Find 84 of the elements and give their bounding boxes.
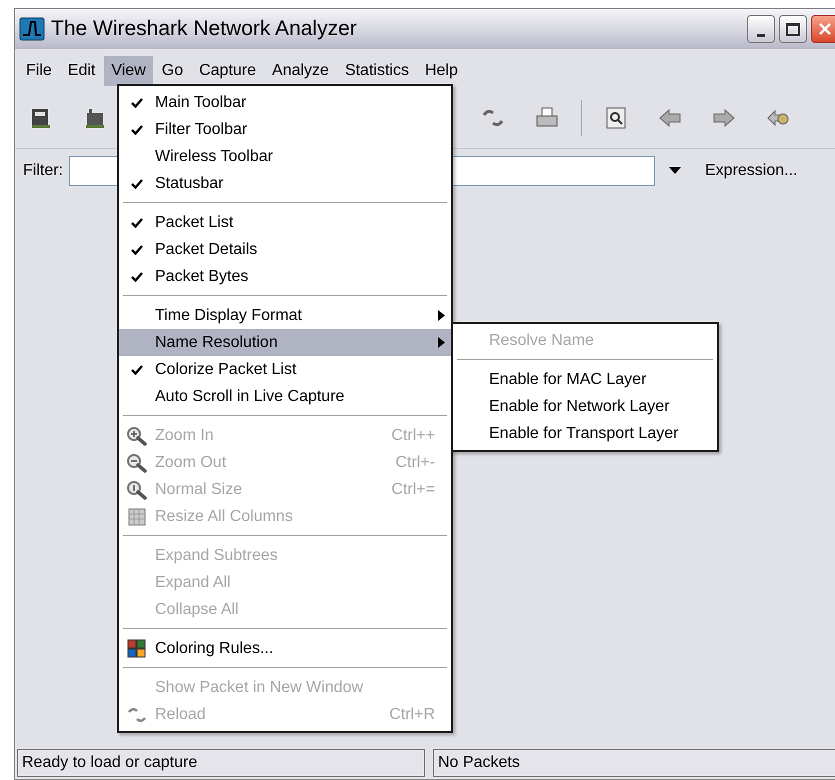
menu-item-label: Normal Size	[155, 480, 244, 500]
filter-label: Filter:	[23, 161, 63, 181]
shortcut-label: Ctrl+-	[395, 452, 436, 472]
menu-item-label: Enable for Transport Layer	[489, 424, 680, 444]
magnifier-icon	[126, 480, 148, 500]
menu-item[interactable]: Statusbar	[119, 170, 451, 197]
menu-bar-item[interactable]: Capture	[192, 56, 264, 86]
menu-item[interactable]: Enable for Network Layer	[453, 393, 717, 420]
menu-item[interactable]: Main Toolbar	[119, 89, 451, 116]
shortcut-label: Ctrl+R	[389, 704, 436, 724]
menu-item[interactable]: Time Display Format	[119, 302, 451, 329]
menu-item-label: Expand All	[155, 572, 232, 592]
menu-item[interactable]: Wireless Toolbar	[119, 143, 451, 170]
menu-item-label: Reload	[155, 704, 207, 724]
grid-icon	[128, 508, 146, 526]
menu-item-label: Show Packet in New Window	[155, 678, 364, 698]
reload-icon	[482, 108, 504, 128]
right-arrow-icon	[713, 108, 735, 126]
minimize-button[interactable]	[747, 15, 775, 43]
menu-item-label: Packet List	[155, 212, 234, 232]
menu-item-label: Enable for Network Layer	[489, 396, 671, 416]
close-button[interactable]	[811, 15, 835, 43]
left-arrow-icon	[659, 108, 681, 126]
close-icon	[818, 22, 832, 36]
menu-item-label: Packet Details	[155, 240, 258, 260]
search-icon	[605, 106, 627, 130]
menu-bar-item[interactable]: Help	[418, 56, 465, 86]
check-icon	[131, 244, 143, 256]
shortcut-label: Ctrl+=	[391, 480, 436, 500]
check-icon	[131, 96, 143, 108]
menu-bar-item[interactable]: View	[104, 56, 153, 86]
menu-bar-item[interactable]: Analyze	[265, 56, 336, 86]
check-icon	[131, 178, 143, 190]
menu-item-label: Main Toolbar	[155, 92, 248, 112]
submenu-arrow-icon	[438, 310, 445, 321]
expression-button[interactable]: Expression...	[699, 156, 804, 186]
menu-item[interactable]: Packet List	[119, 209, 451, 236]
menu-item-label: Expand Subtrees	[155, 546, 279, 566]
submenu-arrow-icon	[438, 337, 445, 348]
check-icon	[131, 216, 143, 228]
menu-item[interactable]: Auto Scroll in Live Capture	[119, 383, 451, 410]
maximize-button[interactable]	[779, 15, 807, 43]
menu-item-label: Enable for MAC Layer	[489, 370, 648, 390]
status-text: No Packets	[433, 749, 835, 777]
menu-item[interactable]: Packet Bytes	[119, 263, 451, 290]
menu-item[interactable]: Packet Details	[119, 236, 451, 263]
menu-item-label: Zoom In	[155, 426, 215, 446]
menu-item[interactable]: Filter Toolbar	[119, 116, 451, 143]
menu-bar-item[interactable]: Edit	[60, 56, 102, 86]
menu-item-label: Time Display Format	[155, 306, 303, 326]
menu-item-label: Filter Toolbar	[155, 120, 248, 140]
menu-item-label: Zoom Out	[155, 452, 228, 472]
menu-item-label: Packet Bytes	[155, 266, 250, 286]
menu-item-label: Coloring Rules...	[155, 638, 274, 658]
zoom-out-icon	[126, 452, 148, 472]
menu-item-label: Colorize Packet List	[155, 360, 298, 380]
menu-item[interactable]: Colorize Packet List	[119, 356, 451, 383]
menu-bar-item[interactable]: File	[19, 56, 59, 86]
printer-icon	[535, 106, 559, 130]
menu-item-label: Auto Scroll in Live Capture	[155, 386, 346, 406]
menu-item[interactable]: Name Resolution	[119, 329, 451, 356]
menu-item-label: Wireless Toolbar	[155, 146, 274, 166]
reload-icon	[127, 706, 147, 724]
dropdown-arrow-icon[interactable]	[669, 167, 681, 175]
check-icon	[131, 124, 143, 136]
shortcut-label: Ctrl++	[391, 426, 436, 446]
menu-item-label: Resolve Name	[489, 330, 595, 350]
menu-item[interactable]: Coloring Rules...	[119, 635, 451, 662]
window-title: The Wireshark Network Analyzer	[51, 16, 358, 42]
app-logo-icon	[19, 17, 45, 41]
menu-item[interactable]: Enable for Transport Layer	[453, 420, 717, 447]
menu-bar-item[interactable]: Go	[154, 56, 190, 86]
menu-item-label: Collapse All	[155, 600, 240, 620]
menu-item-label: Resize All Columns	[155, 506, 294, 526]
menu-item-label: Name Resolution	[155, 332, 279, 352]
menu-item-label: Statusbar	[155, 174, 224, 194]
menu-bar-item[interactable]: Statistics	[338, 56, 416, 86]
check-icon	[131, 270, 143, 282]
color-grid-icon	[127, 638, 147, 658]
menu-item[interactable]: Enable for MAC Layer	[453, 366, 717, 393]
zoom-in-icon	[126, 426, 148, 446]
status-text: Ready to load or capture	[17, 749, 425, 777]
check-icon	[131, 364, 143, 376]
arrow-icon	[767, 108, 789, 126]
